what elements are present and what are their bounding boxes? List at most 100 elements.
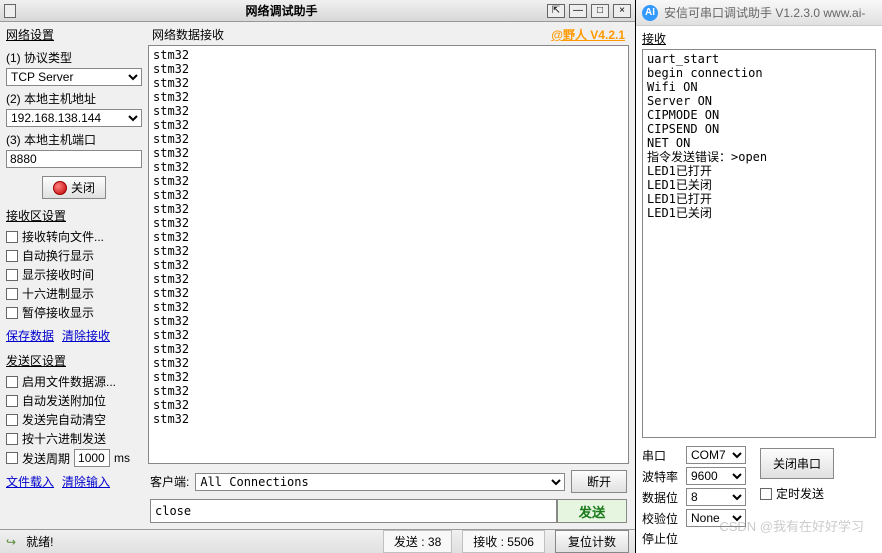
rx-line: stm32 — [153, 258, 624, 272]
host-select[interactable]: 192.168.138.144 — [6, 109, 142, 127]
rx-line: LED1已打开 — [647, 164, 871, 178]
serial-select[interactable]: COM7 — [686, 446, 746, 464]
rx-line: CIPSEND ON — [647, 122, 871, 136]
rx-line: uart_start — [647, 52, 871, 66]
rx-line: stm32 — [153, 118, 624, 132]
rx-line: stm32 — [153, 216, 624, 230]
window-titlebar: 网络调试助手 ⇱ — □ × — [0, 0, 635, 22]
rx-line: stm32 — [153, 286, 624, 300]
rx-line: stm32 — [153, 76, 624, 90]
parity-label: 校验位 — [642, 510, 682, 527]
net-settings-title: 网络设置 — [6, 26, 142, 43]
rx-line: stm32 — [153, 328, 624, 342]
right-title: 安信可串口调试助手 V1.2.3.0 www.ai- — [664, 4, 865, 21]
rx-opt-3[interactable]: 十六进制显示 — [6, 285, 142, 302]
baud-label: 波特率 — [642, 468, 682, 485]
rx-line: stm32 — [153, 412, 624, 426]
rx-line: stm32 — [153, 202, 624, 216]
reset-count-button[interactable]: 复位计数 — [555, 530, 629, 553]
rx-line: NET ON — [647, 136, 871, 150]
tx-period-row[interactable]: 发送周期 ms — [6, 449, 142, 467]
rx-line: stm32 — [153, 230, 624, 244]
rx-line: Server ON — [647, 94, 871, 108]
rx-line: CIPMODE ON — [647, 108, 871, 122]
rx-line: 指令发送错误：>open — [647, 150, 871, 164]
rx-opt-2[interactable]: 显示接收时间 — [6, 266, 142, 283]
rx-line: stm32 — [153, 132, 624, 146]
rx-opt-1[interactable]: 自动换行显示 — [6, 247, 142, 264]
save-data-link[interactable]: 保存数据 — [6, 327, 54, 344]
data-label: 数据位 — [642, 489, 682, 506]
serial-label: 串口 — [642, 447, 682, 464]
send-button[interactable]: 发送 — [557, 499, 627, 523]
rx-line: stm32 — [153, 272, 624, 286]
clear-tx-link[interactable]: 清除输入 — [62, 473, 110, 490]
data-rx-label: 网络数据接收 — [152, 26, 224, 43]
port-input[interactable] — [6, 150, 142, 168]
rx-line: stm32 — [153, 146, 624, 160]
tx-opt-1[interactable]: 自动发送附加位 — [6, 392, 142, 409]
rx-line: begin connection — [647, 66, 871, 80]
rx-line: stm32 — [153, 314, 624, 328]
window-title: 网络调试助手 — [16, 2, 547, 19]
tx-opt-2[interactable]: 发送完自动清空 — [6, 411, 142, 428]
close-serial-button[interactable]: 关闭串口 — [760, 448, 834, 479]
rx-line: stm32 — [153, 356, 624, 370]
data-select[interactable]: 8 — [686, 488, 746, 506]
rx-opt-4[interactable]: 暂停接收显示 — [6, 304, 142, 321]
period-input[interactable] — [74, 449, 110, 467]
rx-line: stm32 — [153, 104, 624, 118]
close-icon[interactable]: × — [613, 4, 631, 18]
right-rx-label: 接收 — [642, 30, 876, 47]
rx-line: Wifi ON — [647, 80, 871, 94]
rx-line: LED1已打开 — [647, 192, 871, 206]
rx-line: stm32 — [153, 62, 624, 76]
file-load-link[interactable]: 文件载入 — [6, 473, 54, 490]
timed-send-checkbox[interactable]: 定时发送 — [760, 485, 834, 502]
rx-settings-title: 接收区设置 — [6, 207, 142, 224]
ready-icon: ↪ — [6, 535, 16, 549]
right-titlebar: AI 安信可串口调试助手 V1.2.3.0 www.ai- — [636, 0, 882, 26]
rx-line: stm32 — [153, 398, 624, 412]
protocol-select[interactable]: TCP Server — [6, 68, 142, 86]
tx-opt-0[interactable]: 启用文件数据源... — [6, 373, 142, 390]
rx-line: stm32 — [153, 300, 624, 314]
rx-line: stm32 — [153, 244, 624, 258]
rx-line: stm32 — [153, 370, 624, 384]
right-rx-textarea[interactable]: uart_startbegin connectionWifi ONServer … — [642, 49, 876, 438]
version-watermark: @野人 V4.2.1 — [551, 26, 625, 43]
tx-opt-3[interactable]: 按十六进制发送 — [6, 430, 142, 447]
rx-line: stm32 — [153, 188, 624, 202]
rx-count: 接收 : 5506 — [462, 530, 545, 553]
maximize-icon[interactable]: □ — [591, 4, 609, 18]
rx-textarea[interactable]: stm32stm32stm32stm32stm32stm32stm32stm32… — [148, 45, 629, 464]
menu-grip[interactable] — [4, 4, 16, 18]
status-ready: 就绪! — [26, 533, 53, 550]
disconnect-button[interactable]: 断开 — [571, 470, 627, 493]
rx-line: stm32 — [153, 174, 624, 188]
rx-opt-0[interactable]: 接收转向文件... — [6, 228, 142, 245]
minimize-icon[interactable]: — — [569, 4, 587, 18]
statusbar: ↪ 就绪! 发送 : 38 接收 : 5506 复位计数 — [0, 529, 635, 553]
rx-line: LED1已关闭 — [647, 178, 871, 192]
clear-rx-link[interactable]: 清除接收 — [62, 327, 110, 344]
protocol-label: (1) 协议类型 — [6, 49, 142, 66]
client-select[interactable]: All Connections — [195, 473, 565, 491]
ai-logo-icon: AI — [642, 5, 658, 21]
client-label: 客户端: — [150, 473, 189, 490]
record-dot-icon — [53, 181, 67, 195]
tx-input[interactable] — [150, 499, 557, 523]
host-label: (2) 本地主机地址 — [6, 90, 142, 107]
close-connection-button[interactable]: 关闭 — [42, 176, 106, 199]
rx-line: stm32 — [153, 160, 624, 174]
baud-select[interactable]: 9600 — [686, 467, 746, 485]
port-label: (3) 本地主机端口 — [6, 131, 142, 148]
rx-line: stm32 — [153, 48, 624, 62]
rx-line: stm32 — [153, 384, 624, 398]
rx-line: stm32 — [153, 342, 624, 356]
parity-select[interactable]: None — [686, 509, 746, 527]
tx-settings-title: 发送区设置 — [6, 352, 142, 369]
pin-icon[interactable]: ⇱ — [547, 4, 565, 18]
rx-line: LED1已关闭 — [647, 206, 871, 220]
stop-label: 停止位 — [642, 530, 682, 547]
